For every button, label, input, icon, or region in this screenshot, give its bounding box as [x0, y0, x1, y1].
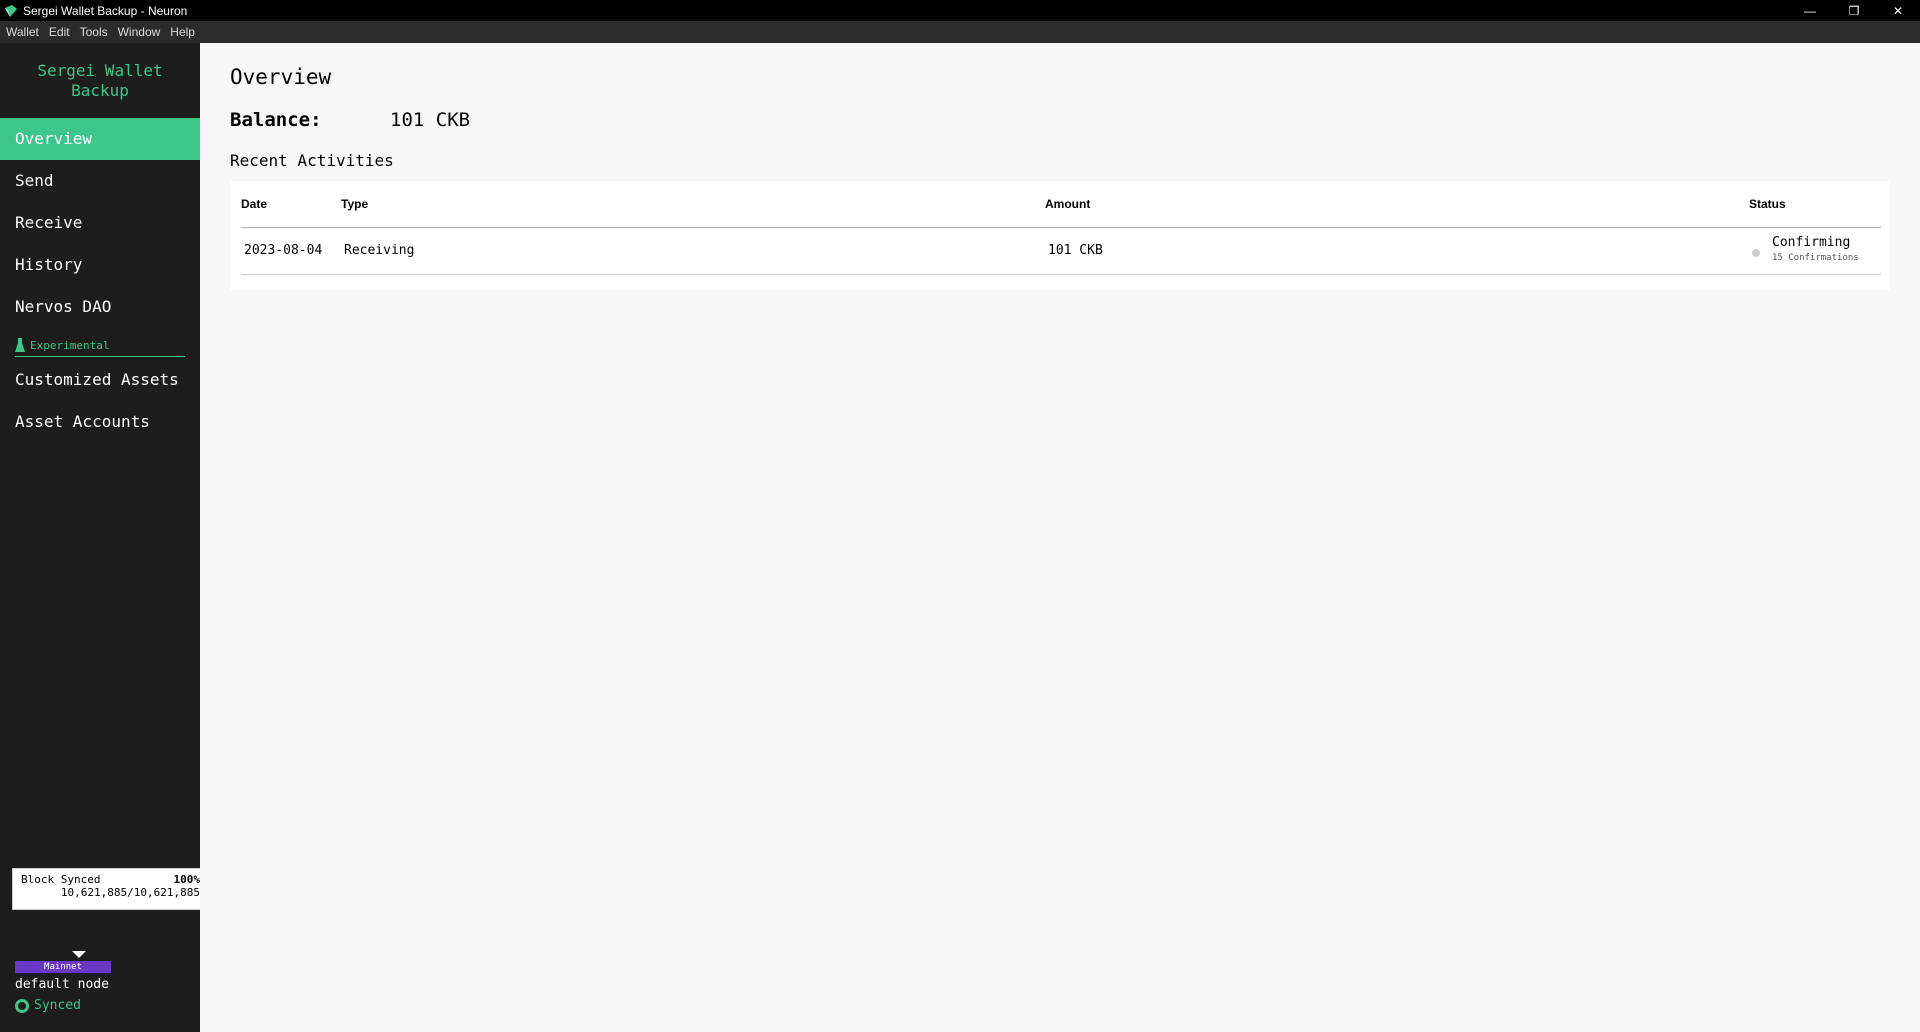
sync-label: Block Synced	[21, 873, 101, 886]
wallet-name[interactable]: Sergei Wallet Backup	[0, 43, 200, 118]
recent-activities-title: Recent Activities	[230, 151, 394, 170]
table-header: Date Type Amount Status	[241, 181, 1881, 228]
menu-wallet[interactable]: Wallet	[6, 25, 39, 39]
node-name[interactable]: default node	[15, 977, 109, 992]
flask-icon	[15, 338, 25, 352]
sync-blocks: 10,621,885/10,621,885	[60, 886, 200, 899]
header-status: Status	[1749, 197, 1786, 211]
sidebar-item-send[interactable]: Send	[0, 160, 200, 202]
row-status: Confirming	[1772, 235, 1851, 250]
menu-help[interactable]: Help	[170, 25, 195, 39]
sync-percent: 100%	[173, 873, 201, 886]
header-type: Type	[341, 197, 369, 211]
sidebar-item-receive[interactable]: Receive	[0, 202, 200, 244]
row-date: 2023-08-04	[244, 243, 323, 258]
balance-label: Balance:	[230, 109, 322, 131]
window-title: Sergei Wallet Backup - Neuron	[23, 3, 188, 18]
neuron-app-icon	[4, 4, 18, 18]
page-title: Overview	[230, 65, 332, 89]
close-button[interactable]: ✕	[1876, 0, 1920, 21]
sidebar-item-overview[interactable]: Overview	[0, 118, 200, 160]
sync-status-label: Synced	[34, 998, 81, 1013]
header-amount: Amount	[1045, 197, 1091, 211]
table-row[interactable]: 2023-08-04 Receiving 101 CKB Confirming …	[241, 229, 1881, 275]
sync-tooltip: Block Synced 100% 10,621,885/10,621,885	[12, 868, 209, 910]
menu-bar: Wallet Edit Tools Window Help	[0, 21, 1920, 43]
sidebar-item-asset-accounts[interactable]: Asset Accounts	[0, 401, 200, 443]
menu-window[interactable]: Window	[118, 25, 161, 39]
sidebar-item-history[interactable]: History	[0, 244, 200, 286]
network-badge[interactable]: Mainnet	[15, 961, 111, 973]
row-amount: 101 CKB	[1048, 243, 1103, 258]
sync-ring-icon	[15, 998, 29, 1013]
experimental-section: Experimental	[15, 338, 185, 357]
recent-activities-table: Date Type Amount Status 2023-08-04 Recei…	[230, 181, 1890, 290]
header-date: Date	[241, 197, 268, 211]
restore-button[interactable]: ❐	[1832, 0, 1876, 21]
minimize-button[interactable]: —	[1788, 0, 1832, 21]
balance-value: 101 CKB	[390, 109, 471, 131]
menu-edit[interactable]: Edit	[49, 25, 70, 39]
tooltip-arrow	[72, 951, 86, 958]
title-bar: Sergei Wallet Backup - Neuron — ❐ ✕	[0, 0, 1920, 21]
menu-tools[interactable]: Tools	[80, 25, 108, 39]
sync-status[interactable]: Synced	[15, 998, 81, 1013]
main-content: Overview Balance: 101 CKB Recent Activit…	[200, 43, 1920, 1032]
status-dot-icon	[1752, 249, 1760, 257]
experimental-label: Experimental	[30, 338, 110, 352]
sidebar-item-nervos-dao[interactable]: Nervos DAO	[0, 286, 200, 328]
sidebar-item-customized-assets[interactable]: Customized Assets	[0, 359, 200, 401]
row-confirmations: 15 Confirmations	[1772, 253, 1859, 263]
row-type: Receiving	[344, 243, 415, 258]
